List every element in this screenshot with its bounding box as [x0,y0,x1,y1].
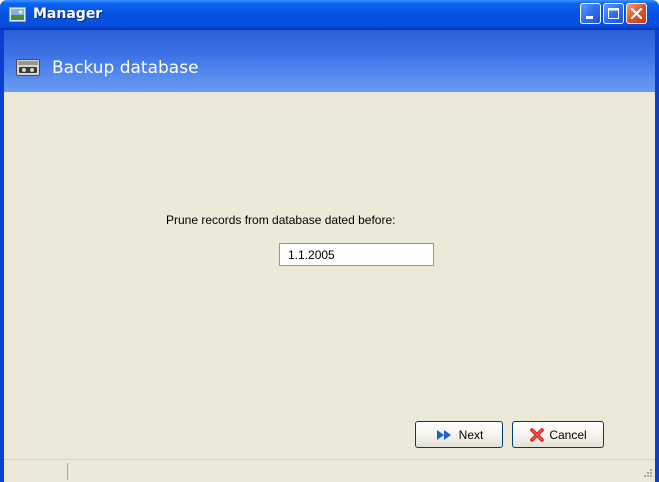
minimize-button[interactable] [580,3,601,24]
prune-date-field[interactable] [279,243,434,266]
status-bar [4,459,655,482]
app-icon [9,7,26,22]
cancel-button-label: Cancel [549,427,587,442]
tape-drive-icon [16,59,40,76]
red-x-icon [530,427,545,442]
next-button[interactable]: Next [415,421,503,448]
prune-prompt-label: Prune records from database dated before… [166,213,396,227]
status-pane [8,463,68,480]
close-icon [630,7,643,20]
wizard-content: Prune records from database dated before… [4,92,655,459]
window-title: Manager [33,6,103,22]
close-button[interactable] [626,3,647,24]
manager-window: Manager Backup database Prune records fr… [0,0,659,482]
next-button-label: Next [458,427,484,442]
maximize-icon [608,8,619,19]
wizard-header: Backup database [4,30,655,92]
title-bar[interactable]: Manager [0,0,659,30]
cancel-button[interactable]: Cancel [512,421,604,448]
resize-grip-icon[interactable] [641,468,653,480]
maximize-button[interactable] [603,3,624,24]
page-title: Backup database [52,58,199,78]
minimize-icon [586,16,593,19]
double-arrow-right-icon [436,429,451,440]
